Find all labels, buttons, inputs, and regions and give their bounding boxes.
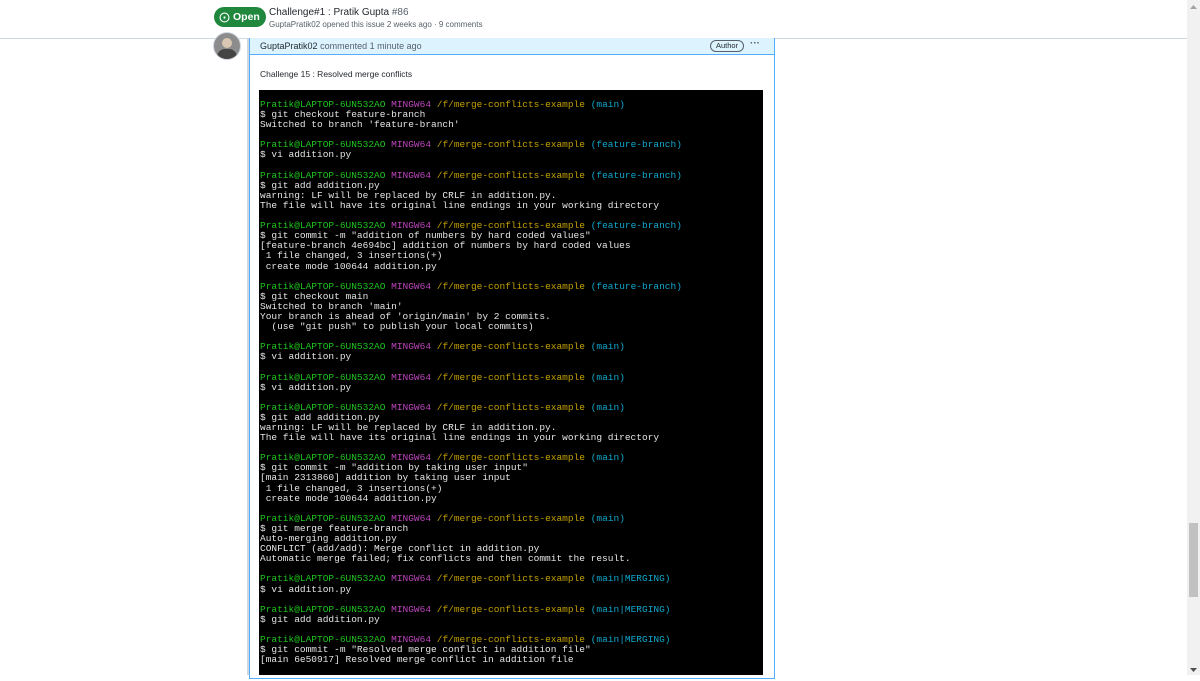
prompt-branch: (main) <box>590 341 625 353</box>
prompt-host: MINGW64 <box>391 139 432 151</box>
comment-author-link[interactable]: GuptaPratik02 <box>260 41 318 51</box>
terminal-output-line: create mode 100644 addition.py <box>260 492 437 504</box>
issue-title-text: Challenge#1 : Pratik Gupta <box>269 7 390 18</box>
issue-header-bar: Open Challenge#1 : Pratik Gupta #86 Gupt… <box>0 0 1200 39</box>
prompt-path: /f/merge-conflicts-example <box>436 401 585 413</box>
terminal-output-line: [main 6e50917] Resolved merge conflict i… <box>260 654 574 666</box>
terminal-screenshot: Pratik@LAPTOP-6UN532AO MINGW64 /f/merge-… <box>259 90 763 675</box>
terminal-output-line: 1 file changed, 3 insertions(+) <box>260 250 443 262</box>
prompt-branch: (main|MERGING) <box>590 603 671 615</box>
prompt-branch: (main|MERGING) <box>590 633 671 645</box>
prompt-user: Pratik@LAPTOP-6UN532AO <box>260 371 386 383</box>
prompt-host: MINGW64 <box>391 401 432 413</box>
prompt-host: MINGW64 <box>391 603 432 615</box>
terminal-command-line: $ vi addition.py <box>260 351 352 363</box>
prompt-branch: (feature-branch) <box>590 220 682 232</box>
terminal-output-line: The file will have its original line end… <box>260 432 660 444</box>
avatar[interactable] <box>213 32 241 60</box>
prompt-host: MINGW64 <box>391 280 432 292</box>
terminal-command-line: $ vi addition.py <box>260 583 352 595</box>
prompt-user: Pratik@LAPTOP-6UN532AO <box>260 169 386 181</box>
issue-state-label: Open <box>233 11 260 23</box>
prompt-host: MINGW64 <box>391 573 432 585</box>
prompt-path: /f/merge-conflicts-example <box>436 169 585 181</box>
scroll-down-arrow-icon[interactable] <box>1187 663 1200 675</box>
prompt-path: /f/merge-conflicts-example <box>436 280 585 292</box>
prompt-host: MINGW64 <box>391 169 432 181</box>
terminal-command-line: $ vi addition.py <box>260 149 352 161</box>
comment-header: GuptaPratik02 commented 1 minute ago Aut… <box>250 38 774 55</box>
prompt-branch: (feature-branch) <box>590 139 682 151</box>
page-scrollbar[interactable] <box>1187 0 1200 675</box>
prompt-branch: (main) <box>590 452 625 464</box>
terminal-command-line: $ git add addition.py <box>260 613 380 625</box>
prompt-branch: (main) <box>590 99 625 110</box>
issue-title: Challenge#1 : Pratik Gupta #86 <box>269 7 409 18</box>
comment-byline: GuptaPratik02 commented 1 minute ago <box>260 41 422 51</box>
prompt-branch: (main|MERGING) <box>590 573 671 585</box>
prompt-branch: (feature-branch) <box>590 280 682 292</box>
issue-open-icon <box>219 11 230 23</box>
issue-state-badge: Open <box>214 7 266 27</box>
issue-number: #86 <box>391 7 409 18</box>
prompt-path: /f/merge-conflicts-example <box>436 371 585 383</box>
prompt-host: MINGW64 <box>391 371 432 383</box>
comment-timestamp[interactable]: commented 1 minute ago <box>320 41 422 51</box>
prompt-host: MINGW64 <box>391 341 432 353</box>
kebab-menu-icon[interactable]: ··· <box>750 38 760 49</box>
prompt-branch: (main) <box>590 401 625 413</box>
prompt-branch: (main) <box>590 512 625 524</box>
terminal-output-line: (use "git push" to publish your local co… <box>260 321 534 333</box>
author-badge: Author <box>710 40 745 52</box>
prompt-path: /f/merge-conflicts-example <box>436 512 585 524</box>
prompt-path: /f/merge-conflicts-example <box>436 603 585 615</box>
comment-body-text: Challenge 15 : Resolved merge conflicts <box>260 69 413 79</box>
terminal-output-line: Switched to branch 'feature-branch' <box>260 119 460 131</box>
issue-meta: GuptaPratik02 opened this issue 2 weeks … <box>269 20 483 29</box>
terminal-output-line: The file will have its original line end… <box>260 199 660 211</box>
terminal-prompt-line: Pratik@LAPTOP-6UN532AO MINGW64 /f/merge-… <box>260 574 682 584</box>
terminal-command-line: $ vi addition.py <box>260 381 352 393</box>
prompt-branch: (main) <box>590 371 625 383</box>
scroll-up-arrow-icon[interactable] <box>1187 0 1200 12</box>
prompt-path: /f/merge-conflicts-example <box>436 341 585 353</box>
terminal-output-line: create mode 100644 addition.py <box>260 260 437 272</box>
scroll-thumb[interactable] <box>1189 523 1198 597</box>
terminal-output-line: Automatic merge failed; fix conflicts an… <box>260 553 631 565</box>
prompt-branch: (feature-branch) <box>590 169 682 181</box>
terminal-output: Pratik@LAPTOP-6UN532AO MINGW64 /f/merge-… <box>260 99 682 666</box>
prompt-path: /f/merge-conflicts-example <box>436 99 585 110</box>
prompt-path: /f/merge-conflicts-example <box>436 573 585 585</box>
prompt-path: /f/merge-conflicts-example <box>436 139 585 151</box>
prompt-user: Pratik@LAPTOP-6UN532AO <box>260 573 386 585</box>
